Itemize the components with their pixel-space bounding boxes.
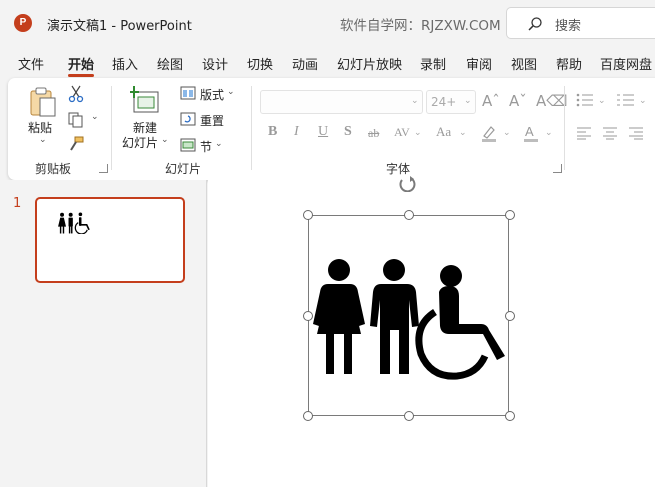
new-slide-chevron-icon[interactable]: ⌄ — [161, 135, 169, 145]
reset-button-label[interactable]: 重置 — [200, 112, 224, 129]
search-icon — [528, 17, 542, 31]
cut-icon[interactable] — [68, 85, 84, 103]
increase-font-size-icon[interactable]: Aˆ — [482, 92, 500, 110]
bold-button[interactable]: B — [268, 124, 277, 140]
layout-icon[interactable] — [180, 86, 196, 100]
reset-icon[interactable] — [180, 112, 196, 126]
align-center-icon[interactable] — [602, 126, 618, 140]
resize-handle-bottom-left[interactable] — [303, 411, 313, 421]
tab-transitions[interactable]: 切换 — [247, 54, 273, 73]
font-name-chevron-icon: ⌄ — [411, 96, 419, 106]
copy-icon[interactable] — [68, 112, 84, 128]
resize-handle-right[interactable] — [505, 311, 515, 321]
watermark-text: 软件自学网：RJZXW.COM — [340, 18, 501, 34]
change-case-button[interactable]: Aa — [436, 124, 451, 140]
resize-handle-top[interactable] — [404, 210, 414, 220]
font-group-label: 字体 — [386, 162, 411, 176]
selected-icon-graphic[interactable] — [303, 210, 515, 421]
resize-handle-top-right[interactable] — [505, 210, 515, 220]
tab-file[interactable]: 文件 — [18, 54, 44, 73]
highlight-chevron-icon[interactable]: ⌄ — [503, 128, 511, 138]
italic-button[interactable]: I — [294, 124, 299, 140]
search-box[interactable]: 搜索 — [506, 7, 655, 39]
section-chevron-icon[interactable]: ⌄ — [215, 139, 223, 149]
restroom-accessible-icon — [313, 259, 505, 380]
copy-dropdown-chevron-icon[interactable]: ⌄ — [91, 112, 99, 122]
tab-slideshow[interactable]: 幻灯片放映 — [337, 54, 402, 73]
character-spacing-chevron-icon[interactable]: ⌄ — [414, 128, 422, 138]
tab-record[interactable]: 录制 — [420, 54, 446, 73]
tab-insert[interactable]: 插入 — [112, 54, 138, 73]
tab-animations[interactable]: 动画 — [292, 54, 318, 73]
separator — [111, 86, 112, 170]
separator — [251, 86, 252, 170]
decrease-font-size-icon[interactable]: Aˇ — [509, 92, 527, 110]
paste-dropdown-chevron-icon[interactable]: ⌄ — [39, 135, 47, 145]
bullets-chevron-icon[interactable]: ⌄ — [598, 96, 606, 106]
numbering-chevron-icon[interactable]: ⌄ — [639, 96, 647, 106]
active-tab-indicator — [68, 74, 94, 77]
restroom-accessible-icon — [58, 212, 90, 234]
tab-home[interactable]: 开始 — [68, 54, 94, 73]
rotate-handle-icon[interactable] — [398, 176, 418, 192]
separator — [564, 86, 565, 170]
font-size-dropdown[interactable]: 24+ ⌄ — [426, 90, 476, 114]
highlight-icon[interactable] — [480, 124, 498, 142]
font-size-value: 24+ — [431, 95, 457, 109]
tab-help[interactable]: 帮助 — [556, 54, 582, 73]
ribbon-tabs: 文件 开始 插入 绘图 设计 切换 动画 幻灯片放映 录制 审阅 视图 帮助 百… — [0, 46, 655, 78]
slide-thumbnail[interactable] — [35, 197, 185, 283]
bullets-icon[interactable] — [576, 92, 594, 108]
search-label: 搜索 — [555, 19, 582, 34]
font-name-dropdown[interactable]: ⌄ — [260, 90, 423, 114]
font-color-chevron-icon[interactable]: ⌄ — [545, 128, 553, 138]
clipboard-group-label: 剪贴板 — [35, 162, 72, 176]
new-slide-icon[interactable] — [130, 86, 160, 116]
slide-number: 1 — [13, 196, 22, 211]
tab-review[interactable]: 审阅 — [466, 54, 492, 73]
svg-text:A: A — [525, 124, 534, 139]
tab-design[interactable]: 设计 — [202, 54, 228, 73]
change-case-chevron-icon[interactable]: ⌄ — [459, 128, 467, 138]
character-spacing-button[interactable]: AV — [394, 125, 410, 140]
slide-thumbnail-pane: 1 — [0, 180, 207, 487]
text-shadow-button[interactable]: S — [344, 124, 352, 140]
align-right-icon[interactable] — [628, 126, 644, 140]
tab-view[interactable]: 视图 — [511, 54, 537, 73]
slides-group-label: 幻灯片 — [165, 162, 202, 176]
paste-icon[interactable] — [28, 86, 58, 118]
layout-button-label[interactable]: 版式 — [200, 86, 224, 103]
layout-chevron-icon[interactable]: ⌄ — [227, 87, 235, 97]
format-painter-icon[interactable] — [68, 136, 84, 152]
section-button-label[interactable]: 节 — [200, 138, 212, 155]
powerpoint-logo-icon: P — [14, 14, 32, 32]
slide-canvas[interactable] — [208, 176, 655, 487]
document-title: 演示文稿1 - PowerPoint — [47, 19, 192, 34]
tab-draw[interactable]: 绘图 — [157, 54, 183, 73]
font-dialog-launcher-icon[interactable] — [553, 164, 562, 173]
section-icon[interactable] — [180, 138, 196, 152]
ribbon-panel: 粘贴 ⌄ ⌄ 剪贴板 新建 幻灯片 ⌄ 版式 ⌄ 重置 节 ⌄ 幻灯片 ⌄ 24… — [8, 78, 655, 180]
tab-baidu-netdisk[interactable]: 百度网盘 — [600, 54, 652, 73]
resize-handle-left[interactable] — [303, 311, 313, 321]
numbering-icon[interactable] — [617, 92, 635, 108]
slide-editor-area — [208, 176, 655, 487]
underline-button[interactable]: U — [318, 124, 328, 140]
resize-handle-bottom-right[interactable] — [505, 411, 515, 421]
new-slide-label-2[interactable]: 幻灯片 — [122, 134, 158, 151]
align-left-icon[interactable] — [576, 126, 592, 140]
font-color-icon[interactable]: A — [522, 124, 540, 142]
strikethrough-button[interactable]: ab — [368, 126, 379, 141]
clipboard-dialog-launcher-icon[interactable] — [99, 164, 108, 173]
resize-handle-bottom[interactable] — [404, 411, 414, 421]
paste-button-label[interactable]: 粘贴 — [28, 119, 52, 136]
font-size-chevron-icon: ⌄ — [464, 96, 472, 106]
title-bar: P 演示文稿1 - PowerPoint 软件自学网：RJZXW.COM 搜索 — [0, 0, 655, 46]
clear-formatting-icon[interactable]: A⌫ — [536, 92, 567, 110]
resize-handle-top-left[interactable] — [303, 210, 313, 220]
